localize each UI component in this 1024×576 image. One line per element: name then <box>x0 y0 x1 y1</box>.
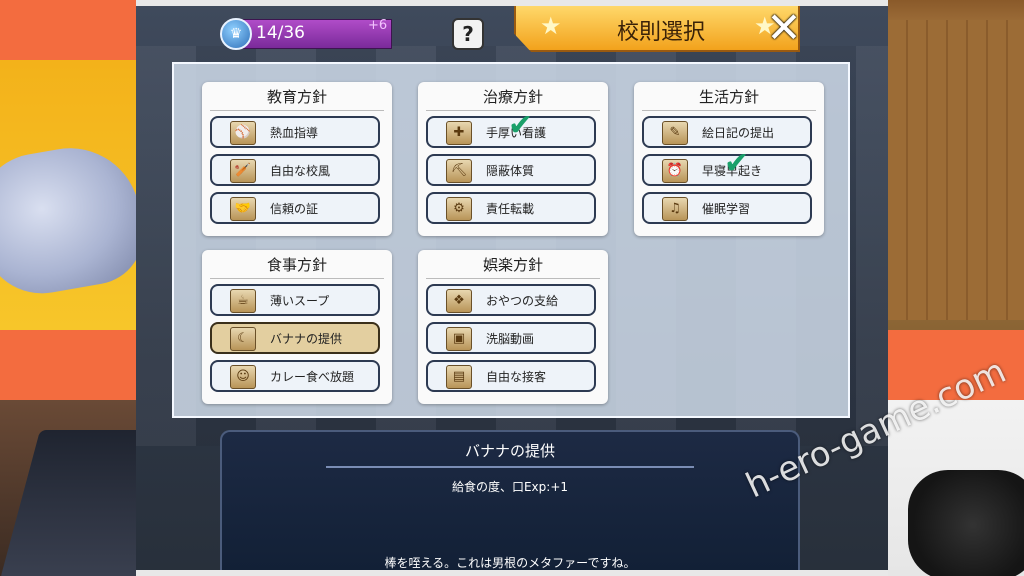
option-button[interactable]: ⏰ 早寝早起き ✔ <box>642 146 812 186</box>
option-label: バナナの提供 <box>270 332 343 346</box>
option-label: おやつの支給 <box>486 294 559 308</box>
option-label: 洗脳動画 <box>486 332 535 346</box>
close-button[interactable]: ✕ <box>764 7 804 49</box>
gramophone-icon: ♫ <box>662 197 688 221</box>
bat-icon: 🏏 <box>230 159 256 183</box>
help-button[interactable]: ? <box>452 18 484 50</box>
category-education: 教育方針 ⚾ 熱血指導 🏏 自由な校風 🤝 信頼の証 <box>202 82 392 236</box>
rank-bonus: +6 <box>368 18 388 33</box>
option-label: 自由な校風 <box>270 164 331 178</box>
option-button[interactable]: ⚙ 責任転載 <box>426 192 596 224</box>
option-button[interactable]: ▤ 自由な接客 <box>426 360 596 392</box>
option-button[interactable]: ☕ 薄いスープ <box>210 284 380 316</box>
checkmark-icon: ✔ <box>724 146 750 181</box>
option-button[interactable]: ♫ 催眠学習 <box>642 192 812 224</box>
option-button-selected[interactable]: ☾ バナナの提供 <box>210 322 380 354</box>
option-button[interactable]: ⛏ 隠蔽体質 <box>426 154 596 186</box>
category-treatment: 治療方針 ✚ 手厚い看護 ✔ ⛏ 隠蔽体質 ⚙ 責任転載 <box>418 82 608 236</box>
option-label: 信頼の証 <box>270 202 319 216</box>
option-button[interactable]: ▣ 洗脳動画 <box>426 322 596 354</box>
divider <box>210 278 384 279</box>
mask-icon: ☺ <box>230 365 256 389</box>
rule-selection-panel: 教育方針 ⚾ 熱血指導 🏏 自由な校風 🤝 信頼の証 治療方針 ✚ 手厚い看護 … <box>172 62 850 418</box>
category-meals: 食事方針 ☕ 薄いスープ ☾ バナナの提供 ☺ カレー食べ放題 <box>202 250 392 404</box>
divider <box>326 466 694 468</box>
handshake-icon: 🤝 <box>230 197 256 221</box>
banana-icon: ☾ <box>230 327 256 351</box>
gamepad-photo <box>0 137 136 303</box>
horn-icon: ⏰ <box>662 159 688 183</box>
checkmark-icon: ✔ <box>508 108 534 143</box>
option-label: 熱血指導 <box>270 126 319 140</box>
option-button[interactable]: ❖ おやつの支給 <box>426 284 596 316</box>
option-button[interactable]: ✎ 絵日記の提出 <box>642 116 812 148</box>
option-label: 薄いスープ <box>270 294 330 308</box>
option-button[interactable]: ✚ 手厚い看護 ✔ <box>426 108 596 148</box>
description-effect: 給食の度、口Exp:+1 <box>451 480 569 494</box>
description-title: バナナの提供 <box>464 442 555 460</box>
register-icon: ▤ <box>446 365 472 389</box>
wood-wall-scene <box>888 20 1024 320</box>
option-label: 自由な接客 <box>486 370 547 384</box>
category-title: 教育方針 <box>266 88 327 106</box>
screen-title: 校則選択 <box>616 20 705 45</box>
laptop-photo <box>0 430 136 576</box>
option-button[interactable]: ⚾ 熱血指導 <box>210 116 380 148</box>
category-title: 生活方針 <box>698 88 759 106</box>
bag-icon: ✎ <box>662 121 688 145</box>
crown-shield-icon: ♛ <box>220 18 252 50</box>
star-icon: ★ <box>540 12 562 40</box>
divider <box>210 110 384 111</box>
divider <box>426 278 600 279</box>
description-panel: バナナの提供 給食の度、口Exp:+1 棒を咥える。これは男根のメタファーですね… <box>220 430 800 570</box>
category-lifestyle: 生活方針 ✎ 絵日記の提出 ⏰ 早寝早起き ✔ ♫ 催眠学習 <box>634 82 824 236</box>
option-label: 催眠学習 <box>702 202 751 216</box>
option-label: 隠蔽体質 <box>486 164 535 178</box>
category-entertainment: 娯楽方針 ❖ おやつの支給 ▣ 洗脳動画 ▤ 自由な接客 <box>418 250 608 404</box>
gun-icon: ⚙ <box>446 197 472 221</box>
option-label: 責任転載 <box>486 202 535 216</box>
option-label: カレー食べ放題 <box>270 370 355 384</box>
background-left <box>0 0 136 576</box>
top-bar: ♛ 14/36 +6 ? ★ 校則選択 ★ ✕ <box>136 6 888 56</box>
background-right <box>888 0 1024 576</box>
category-title: 治療方針 <box>482 88 543 106</box>
option-button[interactable]: 🏏 自由な校風 <box>210 154 380 186</box>
category-title: 食事方針 <box>266 256 327 274</box>
projector-icon: ▣ <box>446 327 472 351</box>
description-flavor-text: 棒を咥える。これは男根のメタファーですね。 <box>384 556 636 570</box>
medkit-icon: ✚ <box>446 121 472 145</box>
option-button[interactable]: 🤝 信頼の証 <box>210 192 380 224</box>
option-label: 絵日記の提出 <box>702 126 775 140</box>
divider <box>642 110 816 111</box>
baseball-icon: ⚾ <box>230 121 256 145</box>
rank-value: 14/36 <box>256 23 305 43</box>
scroll-icon: ☕ <box>230 289 256 313</box>
category-title: 娯楽方針 <box>482 256 543 274</box>
candy-icon: ❖ <box>446 289 472 313</box>
option-button[interactable]: ☺ カレー食べ放題 <box>210 360 380 392</box>
controller-photo <box>908 470 1024 576</box>
shovel-icon: ⛏ <box>446 159 472 183</box>
